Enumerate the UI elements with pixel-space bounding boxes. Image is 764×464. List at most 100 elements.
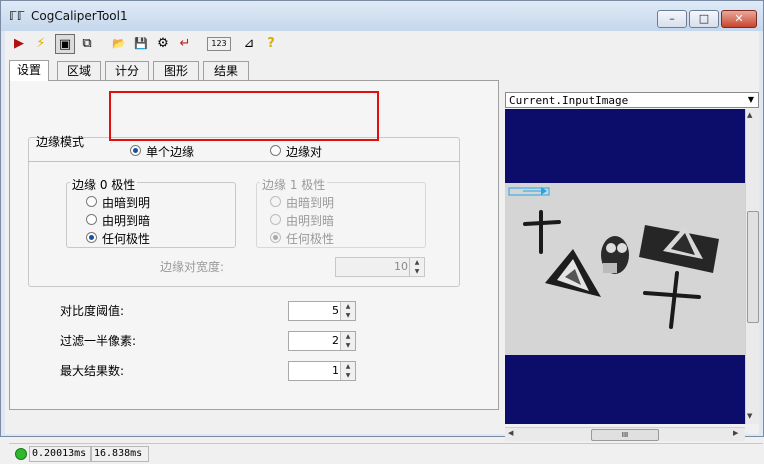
maximize-icon: □ [698, 12, 710, 25]
scroll-up-icon[interactable]: ▲ [747, 111, 752, 119]
image-source-dropdown[interactable]: Current.InputImage ▼ [505, 92, 759, 108]
pair-width-label: 边缘对宽度: [160, 260, 225, 274]
status-bar: 0.20013ms 16.838ms [9, 443, 763, 464]
contrast-threshold-value: 5 [332, 304, 339, 317]
maximize-button[interactable]: □ [689, 10, 719, 28]
counter-icon: 123 [211, 39, 227, 48]
scroll-down-icon[interactable]: ▼ [747, 412, 752, 420]
edge1-polarity-title: 边缘 1 极性 [260, 176, 328, 193]
run-icon: ▶ [14, 36, 24, 51]
edge1-any-polarity-label: 任何极性 [286, 232, 335, 246]
total-time: 16.838ms [94, 448, 143, 459]
spin-down-icon[interactable]: ▼ [341, 311, 355, 320]
tab-label: 设置 [16, 63, 41, 77]
contrast-threshold-stepper[interactable]: 5 ▲ ▼ [288, 301, 356, 321]
image-view-button[interactable]: ▣ [55, 34, 75, 54]
chevron-down-icon[interactable]: ▼ [744, 93, 758, 107]
vertical-scroll-thumb[interactable] [747, 211, 759, 323]
edge0-any-polarity-radio[interactable] [86, 232, 97, 243]
pair-width-stepper[interactable]: 10 ▲ ▼ [335, 257, 425, 277]
single-edge-radio[interactable] [130, 145, 141, 156]
max-results-label: 最大结果数: [60, 364, 125, 378]
camera-image [505, 183, 745, 355]
edge1-light-to-dark-label: 由明到暗 [286, 214, 335, 228]
scroll-left-icon[interactable]: ◀ [508, 429, 513, 437]
spin-down-icon[interactable]: ▼ [341, 371, 355, 380]
open-button[interactable]: 📂 [109, 34, 129, 54]
save-icon: 💾 [134, 37, 148, 50]
tab-results[interactable]: 结果 [203, 61, 249, 80]
toolbar: ▶ ⚡ ▣ ⧉ 📂 💾 ⚙ ↵ 123 ⊿ ? [5, 31, 759, 57]
minimize-button[interactable]: – [657, 10, 687, 28]
horizontal-scrollbar[interactable]: ◀ III ▶ [505, 427, 745, 441]
edge1-dark-to-light-label: 由暗到明 [286, 196, 335, 210]
status-indicator-icon [15, 448, 27, 460]
round-object-eye [617, 243, 627, 253]
caliper-tool-window: ℾℾ CogCaliperTool1 – □ ✕ ▶ ⚡ ▣ ⧉ 📂 💾 ⚙ ↵… [0, 0, 764, 464]
reset-icon: ↵ [179, 36, 191, 51]
image-source-value: Current.InputImage [509, 94, 629, 107]
edge0-light-to-dark-radio[interactable] [86, 214, 97, 225]
save-button[interactable]: 💾 [131, 34, 151, 54]
max-results-stepper[interactable]: 1 ▲ ▼ [288, 361, 356, 381]
filter-half-pixels-stepper[interactable]: 2 ▲ ▼ [288, 331, 356, 351]
edge0-dark-to-light-label: 由暗到明 [102, 196, 151, 210]
close-button[interactable]: ✕ [721, 10, 757, 28]
tab-label: 结果 [213, 64, 238, 78]
tab-label: 区域 [66, 64, 91, 78]
tab-label: 图形 [163, 64, 188, 78]
stepper-arrows: ▲ ▼ [340, 332, 355, 350]
image-view-icon: ▣ [58, 37, 72, 52]
minimize-icon: – [669, 12, 675, 25]
tab-region[interactable]: 区域 [57, 61, 101, 80]
spin-down-icon[interactable]: ▼ [410, 267, 424, 276]
tab-label: 计分 [114, 64, 139, 78]
filter-half-pixels-value: 2 [332, 334, 339, 347]
horizontal-scroll-thumb[interactable]: III [591, 429, 659, 441]
scroll-grip: III [621, 431, 629, 439]
tab-settings[interactable]: 设置 [9, 60, 49, 81]
contrast-threshold-label: 对比度阈值: [60, 304, 125, 318]
edge-pair-radio[interactable] [270, 145, 281, 156]
edge1-any-polarity-radio[interactable] [270, 232, 281, 243]
reset-button[interactable]: ↵ [175, 34, 195, 54]
total-time-cell: 16.838ms [91, 446, 149, 462]
stepper-arrows: ▲ ▼ [340, 302, 355, 320]
measure-button[interactable]: ⊿ [239, 34, 259, 54]
counter-button[interactable]: 123 [207, 37, 231, 51]
spin-down-icon[interactable]: ▼ [341, 341, 355, 350]
client-area: ▶ ⚡ ▣ ⧉ 📂 💾 ⚙ ↵ 123 ⊿ ? 设置 区域 计分 图形 结果 边… [5, 31, 763, 464]
max-results-value: 1 [332, 364, 339, 377]
edge-pair-label: 边缘对 [286, 145, 323, 159]
edge0-any-polarity-label: 任何极性 [102, 232, 151, 246]
round-object-spot [603, 263, 617, 273]
open-icon: 📂 [112, 37, 126, 50]
edge0-polarity-title: 边缘 0 极性 [70, 176, 138, 193]
settings-button[interactable]: ⚙ [153, 34, 173, 54]
scroll-right-icon[interactable]: ▶ [733, 429, 738, 437]
run-time-cell: 0.20013ms [29, 446, 91, 462]
settings-panel: 边缘模式 单个边缘 边缘对 边缘 0 极性 由暗到明 由明到暗 任何极性 边缘 … [9, 80, 499, 410]
stepper-arrows: ▲ ▼ [340, 362, 355, 380]
edge1-dark-to-light-radio[interactable] [270, 196, 281, 207]
stepper-arrows: ▲ ▼ [409, 258, 424, 276]
divider [28, 161, 460, 162]
run-time: 0.20013ms [32, 448, 87, 459]
edge-mode-label: 边缘模式 [36, 135, 85, 149]
help-icon: ? [267, 36, 275, 51]
edge0-light-to-dark-label: 由明到暗 [102, 214, 151, 228]
run-button[interactable]: ▶ [9, 34, 29, 54]
help-button[interactable]: ? [261, 34, 281, 54]
electric-button[interactable]: ⚡ [31, 34, 51, 54]
title-bar[interactable]: ℾℾ CogCaliperTool1 – □ ✕ [1, 1, 763, 31]
app-logo-icon: ℾℾ [9, 9, 25, 23]
toggle-panel-button[interactable]: ⧉ [77, 34, 97, 54]
image-display[interactable] [505, 109, 745, 424]
vertical-scrollbar[interactable]: ▲ ▼ [745, 109, 759, 424]
edge0-dark-to-light-radio[interactable] [86, 196, 97, 207]
close-icon: ✕ [734, 12, 744, 25]
single-edge-label: 单个边缘 [146, 145, 195, 159]
edge1-light-to-dark-radio[interactable] [270, 214, 281, 225]
tab-graphics[interactable]: 图形 [153, 61, 199, 80]
tab-scoring[interactable]: 计分 [105, 61, 149, 80]
